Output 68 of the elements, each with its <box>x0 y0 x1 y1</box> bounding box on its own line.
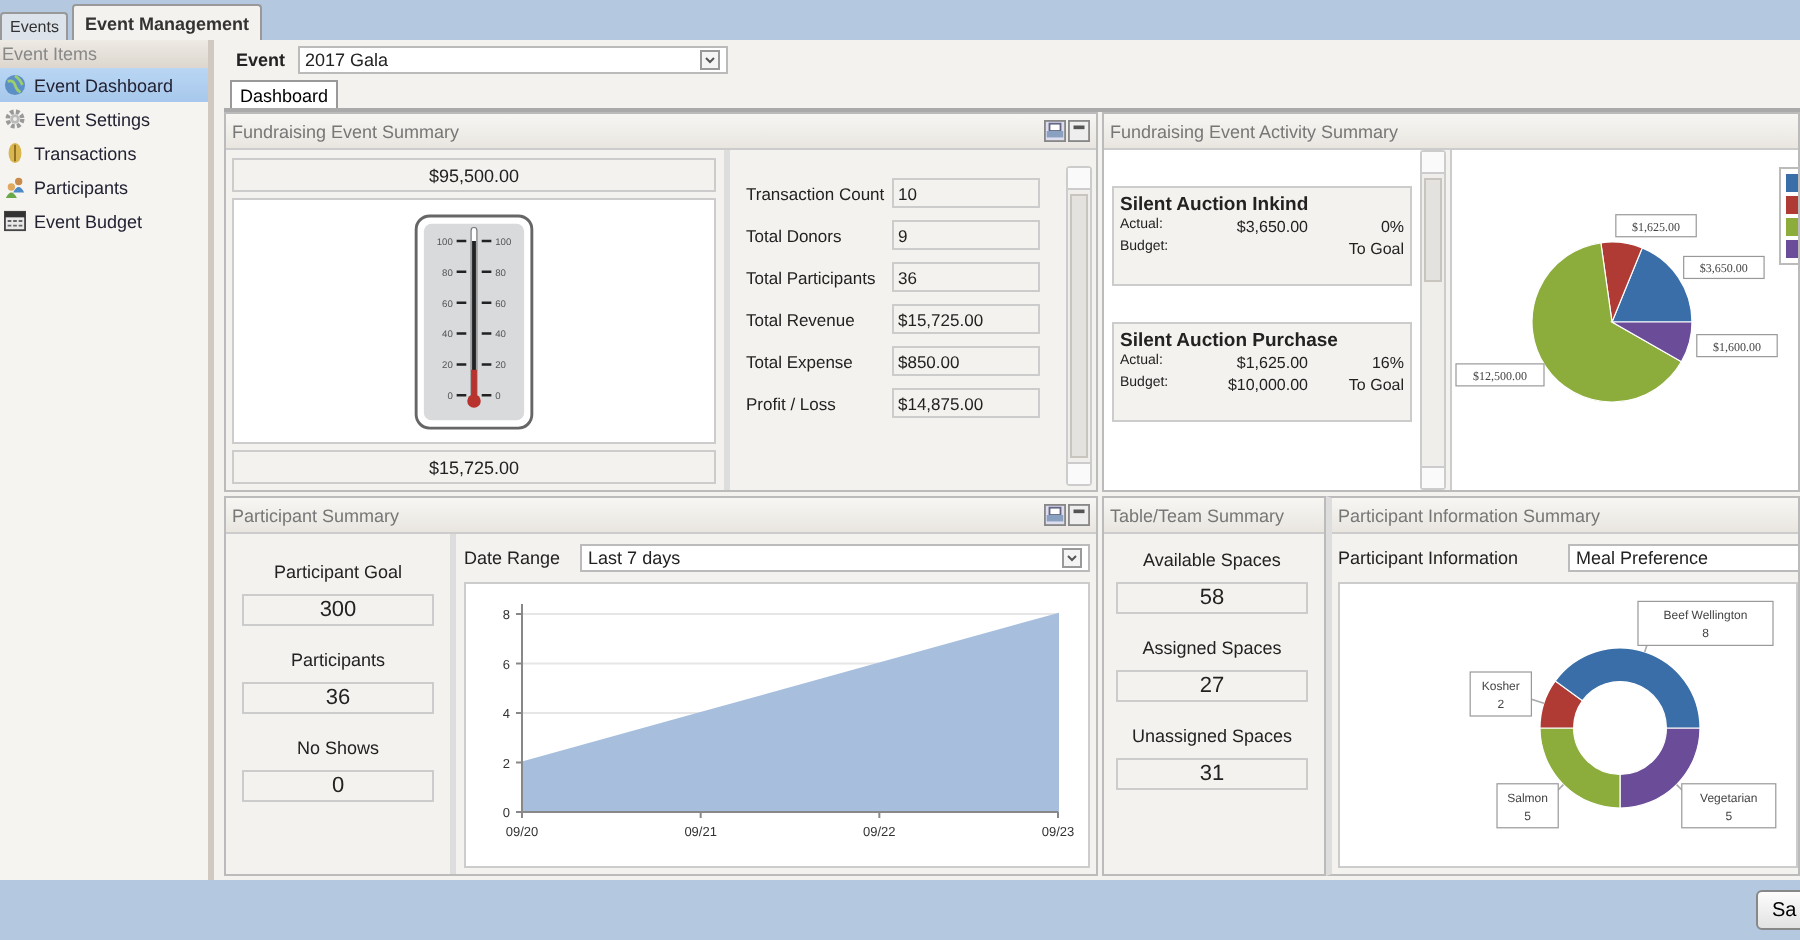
stat-label: Total Participants <box>746 267 878 287</box>
event-dropdown[interactable]: 2017 Gala <box>297 45 728 74</box>
view-tab[interactable]: Dashboard <box>230 80 339 108</box>
sidebar-header: Event Items <box>0 40 208 68</box>
stat-label: Unassigned Spaces <box>1131 726 1293 746</box>
minimize-icon[interactable] <box>1068 120 1090 142</box>
scrollbar[interactable] <box>1420 150 1446 490</box>
stat-value: 27 <box>1116 670 1308 702</box>
stat-label: Total Donors <box>746 225 844 245</box>
stat-value: 31 <box>1116 758 1308 790</box>
stat-label: Profit / Loss <box>746 393 838 413</box>
stat-label: Total Revenue <box>746 309 857 329</box>
stat-label: Participant Goal <box>273 562 403 582</box>
raised-amount: $15,725.00 <box>232 450 716 484</box>
stat-value: 300 <box>242 594 434 626</box>
globe-icon <box>4 74 26 96</box>
top-tab[interactable]: Events <box>0 12 69 40</box>
participant-information-dropdown[interactable]: Meal Preference <box>1568 544 1798 572</box>
stat-label: No Shows <box>296 738 380 758</box>
chevron-down-icon <box>699 49 720 70</box>
panel-title: Fundraising Event Summary <box>232 121 460 141</box>
stat-field: 9 <box>892 220 1040 250</box>
coin-icon <box>4 142 26 164</box>
sidebar-item[interactable]: Event Budget <box>0 204 208 238</box>
save-button[interactable]: Sa <box>1756 890 1800 930</box>
stat-label: Participants <box>290 650 386 670</box>
card-title: Silent Auction Inkind <box>1120 194 1311 216</box>
people-icon <box>4 176 26 198</box>
calendar-icon <box>4 210 26 232</box>
field-label: Participant Information <box>1338 548 1521 568</box>
print-icon[interactable] <box>1044 504 1066 526</box>
goal-amount: $95,500.00 <box>232 158 716 192</box>
stat-label: Available Spaces <box>1143 550 1281 570</box>
stat-value: 0 <box>242 770 434 802</box>
card-label: To Goal <box>1346 240 1404 258</box>
panel-title: Participant Summary <box>232 505 400 525</box>
sidebar-item[interactable]: Participants <box>0 170 208 204</box>
field-label: Date Range <box>464 548 561 568</box>
panel-title: Participant Information Summary <box>1338 505 1601 525</box>
card-percent: 16% <box>1369 354 1404 372</box>
card-amount: $1,625.00 <box>1234 354 1308 372</box>
top-tab[interactable]: Event Management <box>72 4 261 40</box>
card-amount: $10,000.00 <box>1227 376 1308 394</box>
print-icon[interactable] <box>1044 120 1066 142</box>
sidebar-item[interactable]: Event Dashboard <box>0 68 208 102</box>
stat-value: 58 <box>1116 582 1308 614</box>
card-title: Silent Auction Purchase <box>1120 330 1340 352</box>
chevron-down-icon <box>1062 548 1082 568</box>
event-label: Event <box>236 49 286 70</box>
stat-value: 36 <box>242 682 434 714</box>
panel-title: Fundraising Event Activity Summary <box>1110 121 1399 141</box>
stat-field: $15,725.00 <box>892 304 1040 334</box>
panel-title: Table/Team Summary <box>1110 505 1285 525</box>
stat-label: Transaction Count <box>746 183 887 203</box>
card-amount: $3,650.00 <box>1234 218 1308 236</box>
stat-field: $14,875.00 <box>892 388 1040 418</box>
card-label: To Goal <box>1346 376 1404 394</box>
minimize-icon[interactable] <box>1068 504 1090 526</box>
stat-field: 10 <box>892 178 1040 208</box>
sidebar-item[interactable]: Transactions <box>0 136 208 170</box>
card-percent: 0% <box>1378 218 1404 236</box>
stat-label: Total Expense <box>746 351 855 371</box>
date-range-dropdown[interactable]: Last 7 days <box>580 544 1090 572</box>
stat-label: Assigned Spaces <box>1142 638 1282 658</box>
scrollbar[interactable] <box>1066 166 1092 486</box>
sidebar-item[interactable]: Event Settings <box>0 102 208 136</box>
stat-field: 36 <box>892 262 1040 292</box>
stat-field: $850.00 <box>892 346 1040 376</box>
